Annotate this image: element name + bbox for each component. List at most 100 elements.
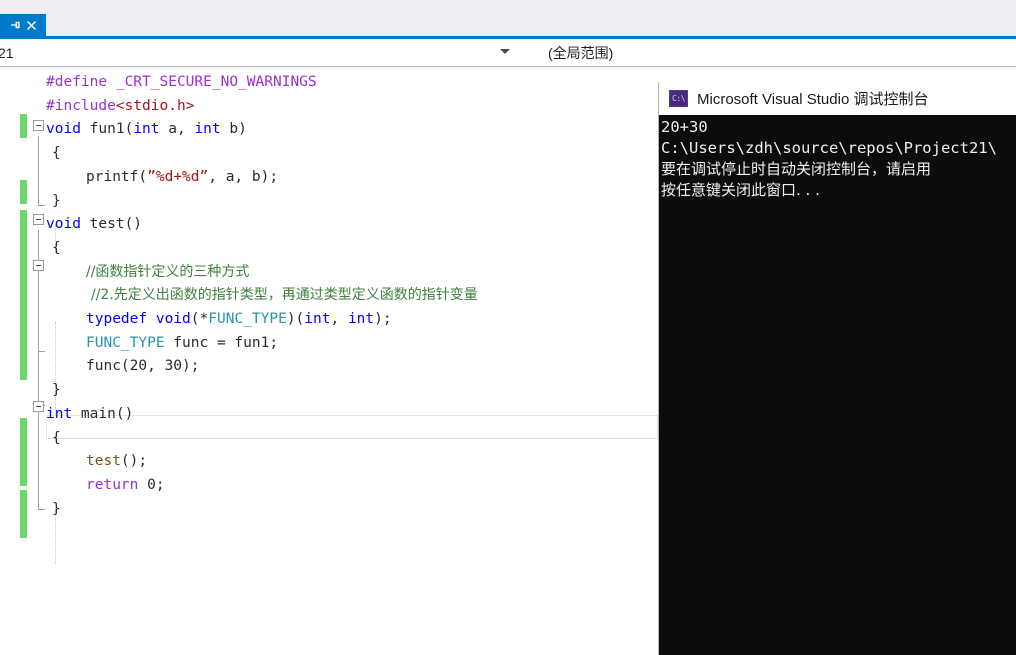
current-line-highlight (46, 415, 658, 439)
code-token: ( (120, 358, 130, 375)
code-token: <stdio.h> (115, 97, 195, 114)
change-bar (20, 180, 27, 204)
code-line[interactable]: } (52, 189, 61, 213)
debug-console-window[interactable]: C:\ Microsoft Visual Studio 调试控制台 20+30 C… (658, 82, 1016, 655)
scope-dropdown-value: (全局范围) (548, 44, 614, 61)
console-line: 按任意键关闭此窗口. . . (661, 181, 820, 199)
active-document-tab[interactable] (0, 14, 46, 36)
change-bar (20, 114, 27, 138)
code-token: ); (374, 311, 392, 327)
code-line[interactable]: return 0; (86, 473, 165, 497)
change-bar (20, 426, 27, 486)
code-line[interactable]: } (52, 378, 61, 402)
code-token: { (52, 429, 61, 446)
code-token: 20, 30 (129, 358, 183, 375)
code-token: int (347, 311, 375, 327)
change-bar (20, 490, 27, 538)
editor-tab-strip (0, 0, 1016, 36)
code-token: test (86, 453, 121, 470)
member-dropdown[interactable]: 21 (0, 39, 520, 66)
code-token: ); (182, 358, 200, 375)
console-output: 20+30 C:\Users\zdh\source\repos\Project21… (659, 115, 1016, 201)
code-line[interactable]: func(20, 30); (86, 354, 200, 378)
fold-guide (38, 410, 39, 510)
console-title-bar[interactable]: C:\ Microsoft Visual Studio 调试控制台 (659, 82, 1016, 115)
code-line[interactable]: test(); (86, 449, 147, 473)
code-token: , (330, 311, 348, 327)
code-line[interactable]: void test() (46, 212, 142, 236)
code-token: func = fun1; (164, 334, 279, 351)
code-token: { (52, 145, 61, 162)
code-token: func (86, 358, 121, 375)
console-line: 要在调试停止时自动关闭控制台，请启用 (661, 160, 932, 178)
code-token: void (155, 311, 191, 327)
pin-icon[interactable] (10, 20, 21, 31)
change-bar (20, 210, 27, 380)
code-token: void (46, 216, 90, 233)
fold-guide-end (38, 351, 45, 352)
code-line[interactable]: { (52, 236, 61, 260)
code-line[interactable]: #define _CRT_SECURE_NO_WARNINGS (46, 70, 317, 94)
code-token: test (89, 216, 125, 233)
console-line: C:\Users\zdh\source\repos\Project21\ (661, 139, 997, 157)
collapse-toggle[interactable] (33, 120, 44, 131)
code-line[interactable]: void fun1(int a, int b) (46, 117, 247, 141)
code-token: } (52, 192, 61, 209)
fold-guide-end (38, 509, 45, 510)
code-token: b) (229, 121, 247, 138)
code-token: a, (168, 121, 195, 138)
fold-guide-end (38, 205, 45, 206)
console-app-icon: C:\ (669, 90, 688, 107)
code-line[interactable]: { (52, 141, 61, 165)
code-token: int (133, 121, 169, 138)
collapse-toggle[interactable] (33, 214, 44, 225)
code-token: return (86, 476, 148, 493)
code-token: typedef (86, 311, 156, 327)
code-token: { (52, 239, 61, 256)
code-token: int (304, 311, 331, 327)
code-token: (); (120, 453, 148, 470)
code-line[interactable]: //2.先定义出函数的指针类型，再通过类型定义函数的指针变量 (91, 283, 478, 307)
code-token: int (46, 405, 81, 422)
fold-guide (38, 136, 39, 206)
code-token: () (115, 405, 134, 422)
code-line[interactable]: //函数指针定义的三种方式 (86, 260, 249, 284)
fold-guide (38, 268, 39, 352)
collapse-toggle[interactable] (33, 260, 44, 271)
code-line[interactable]: printf(”%d+%d”, a, b); (86, 165, 278, 189)
member-dropdown-value: 21 (0, 44, 14, 61)
code-token: printf (86, 168, 139, 185)
code-token: FUNC_TYPE (86, 334, 165, 351)
code-token: #include (46, 97, 116, 114)
code-token: //函数指针定义的三种方式 (86, 263, 250, 280)
scope-dropdown[interactable]: (全局范围) (526, 39, 1016, 66)
code-line[interactable]: #include<stdio.h> (46, 94, 194, 118)
code-line[interactable]: int main() (46, 402, 133, 426)
collapse-toggle[interactable] (33, 401, 44, 412)
code-line[interactable]: } (52, 497, 61, 521)
code-token: #define (46, 74, 116, 90)
code-token: int (194, 121, 230, 138)
code-token: ( (138, 168, 148, 185)
code-line[interactable]: typedef void(*FUNC_TYPE)(int, int); (86, 307, 392, 331)
code-token: void (46, 121, 90, 138)
code-token: } (52, 500, 61, 517)
code-token: } (52, 382, 61, 399)
chevron-down-icon[interactable] (500, 49, 510, 54)
code-token: )( (286, 311, 305, 327)
code-token: fun1 (89, 121, 125, 138)
console-title-text: Microsoft Visual Studio 调试控制台 (697, 91, 929, 108)
close-icon[interactable] (26, 20, 37, 31)
code-token: 0; (147, 476, 165, 493)
code-token: (* (190, 311, 209, 327)
code-token: main (80, 405, 116, 422)
code-token: //2.先定义出函数的指针类型，再通过类型定义函数的指针变量 (91, 287, 478, 304)
code-token: , a, b); (208, 168, 279, 185)
code-token: ”%d+%d” (147, 168, 209, 185)
code-line[interactable]: { (52, 426, 61, 450)
code-token: _CRT_SECURE_NO_WARNINGS (115, 74, 317, 90)
console-line: 20+30 (661, 118, 708, 136)
code-token: ( (124, 121, 134, 138)
code-line[interactable]: FUNC_TYPE func = fun1; (86, 331, 278, 355)
code-token: () (124, 216, 143, 233)
